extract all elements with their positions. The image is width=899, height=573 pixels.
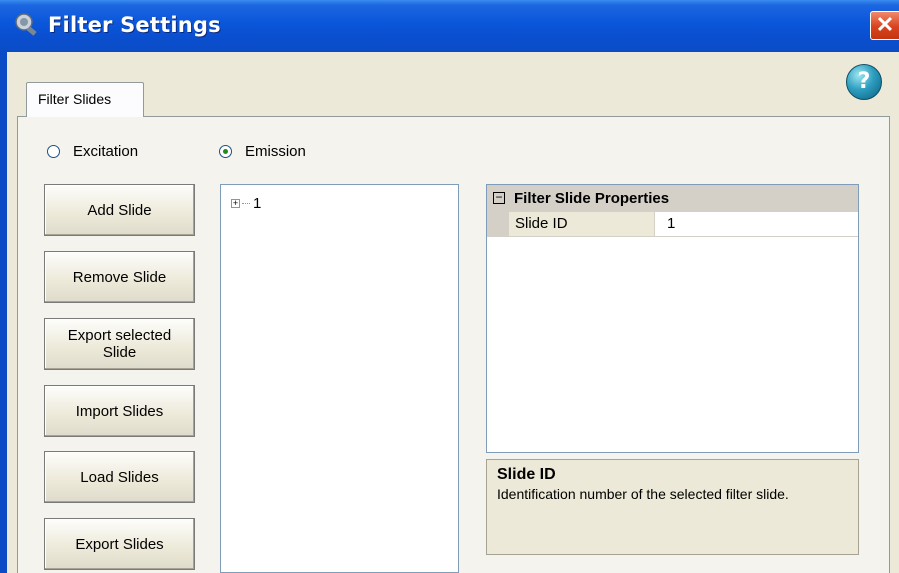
radio-emission[interactable]: Emission bbox=[219, 143, 306, 160]
radio-excitation-indicator[interactable] bbox=[47, 145, 60, 158]
property-description: Slide ID Identification number of the se… bbox=[486, 459, 859, 555]
property-name[interactable]: Slide ID bbox=[509, 212, 655, 236]
remove-slide-button[interactable]: Remove Slide bbox=[44, 251, 195, 303]
app-icon bbox=[15, 13, 37, 36]
tab-filter-slides[interactable]: Filter Slides bbox=[26, 82, 144, 117]
export-selected-slide-button[interactable]: Export selected Slide bbox=[44, 318, 195, 370]
radio-emission-indicator[interactable] bbox=[219, 145, 232, 158]
close-icon: ✕ bbox=[875, 12, 895, 37]
property-category-label: Filter Slide Properties bbox=[514, 190, 670, 207]
property-value[interactable]: 1 bbox=[657, 212, 675, 236]
description-text: Identification number of the selected fi… bbox=[497, 486, 789, 502]
expand-icon[interactable]: + bbox=[231, 199, 240, 208]
tree-node[interactable]: + 1 bbox=[231, 195, 261, 212]
close-button[interactable]: ✕ bbox=[870, 11, 899, 40]
add-slide-button[interactable]: Add Slide bbox=[44, 184, 195, 236]
radio-excitation[interactable]: Excitation bbox=[47, 143, 138, 160]
window-border bbox=[0, 52, 7, 573]
property-gutter bbox=[487, 212, 509, 236]
load-slides-button[interactable]: Load Slides bbox=[44, 451, 195, 503]
description-title: Slide ID bbox=[497, 466, 556, 483]
filter-settings-window: Filter Settings ✕ Filter Slides ? Excita… bbox=[0, 0, 899, 573]
property-grid[interactable]: − Filter Slide Properties Slide ID 1 bbox=[486, 184, 859, 453]
import-slides-button[interactable]: Import Slides bbox=[44, 385, 195, 437]
tree-node-label[interactable]: 1 bbox=[253, 195, 261, 212]
window-title: Filter Settings bbox=[48, 13, 221, 37]
property-row[interactable]: Slide ID 1 bbox=[487, 212, 858, 237]
tree-connector bbox=[242, 203, 250, 204]
slides-tree[interactable]: + 1 bbox=[220, 184, 459, 573]
title-bar[interactable]: Filter Settings ✕ bbox=[0, 0, 899, 52]
collapse-icon[interactable]: − bbox=[493, 191, 505, 204]
property-category[interactable]: − Filter Slide Properties bbox=[487, 185, 858, 212]
export-slides-button[interactable]: Export Slides bbox=[44, 518, 195, 570]
radio-excitation-label: Excitation bbox=[73, 143, 139, 160]
help-icon[interactable]: ? bbox=[846, 64, 882, 100]
radio-emission-label: Emission bbox=[245, 143, 306, 160]
